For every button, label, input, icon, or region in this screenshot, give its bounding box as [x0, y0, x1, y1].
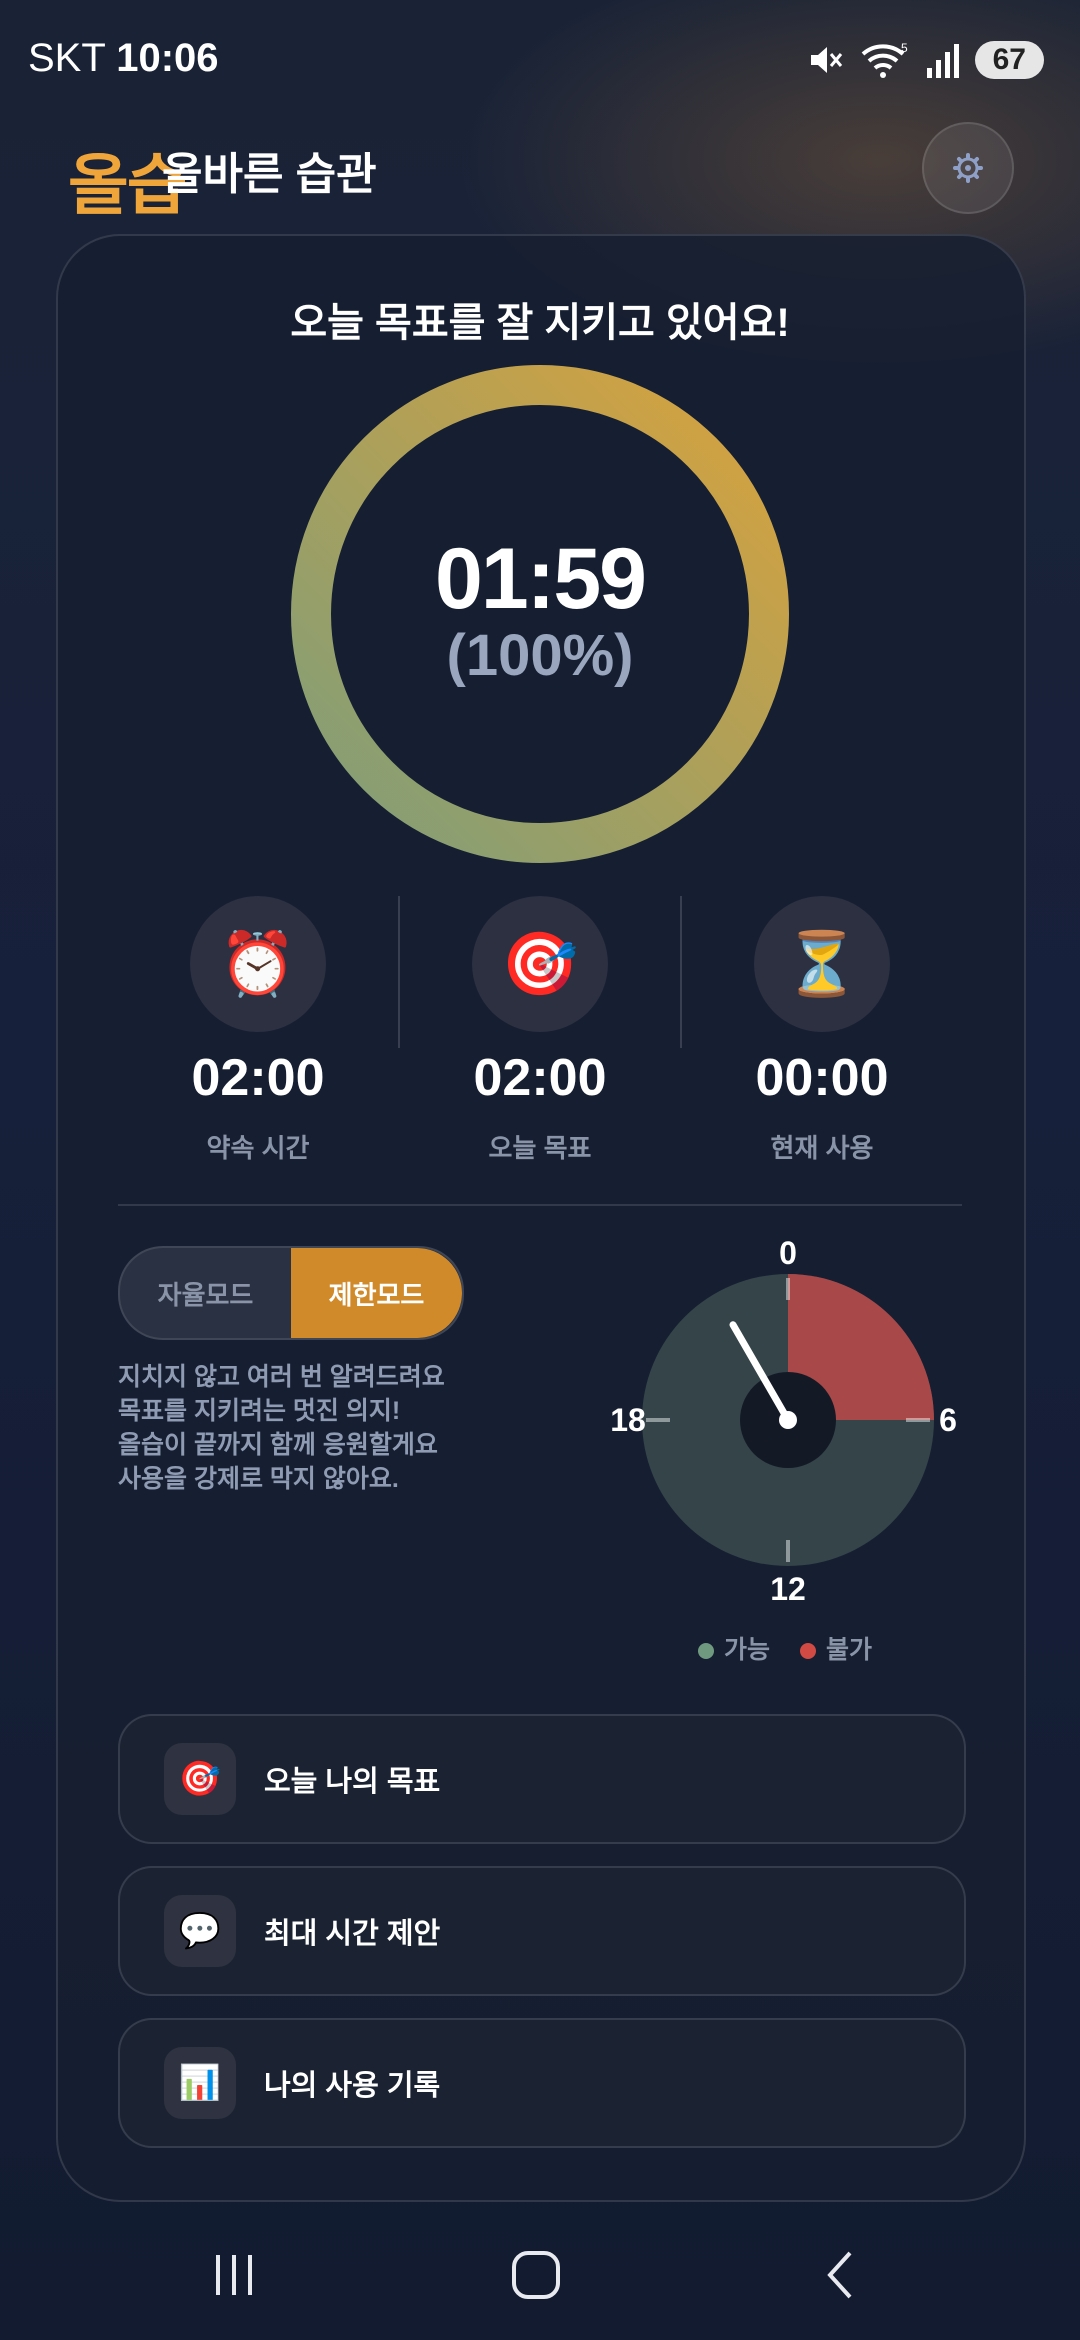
- divider: [680, 896, 682, 1048]
- clock-label-right: 6: [939, 1402, 957, 1438]
- menu-today-goal[interactable]: 🎯 오늘 나의 목표: [118, 1714, 966, 1844]
- status-bar-time: SKT 10:06: [28, 36, 219, 81]
- target-icon: 🎯: [472, 896, 608, 1032]
- section-divider: [118, 1204, 962, 1206]
- recent-apps-button[interactable]: [174, 2240, 294, 2310]
- stat-promise-time: ⏰ 02:00 약속 시간: [138, 896, 378, 1165]
- stat-label: 현재 사용: [770, 1133, 874, 1163]
- mode-description-line: 지치지 않고 여러 번 알려드려요: [118, 1363, 445, 1391]
- alarm-clock-icon: ⏰: [190, 896, 326, 1032]
- clock-legend: 가능 불가: [698, 1630, 872, 1666]
- signal-icon: [926, 44, 959, 78]
- status-icons: 5 67: [805, 36, 1044, 84]
- mode-option-autonomous[interactable]: 자율모드: [120, 1248, 291, 1338]
- mode-description-line: 올습이 끝까지 함께 응원할게요: [118, 1431, 438, 1459]
- bar-chart-icon: 📊: [164, 2047, 236, 2119]
- remaining-percent: (100%): [446, 623, 634, 688]
- clock-label-left: 18: [610, 1402, 646, 1438]
- menu-label: 최대 시간 제안: [264, 1918, 441, 1950]
- mode-description-line: 목표를 지키려는 멋진 의지!: [118, 1397, 401, 1425]
- home-button[interactable]: [476, 2240, 596, 2310]
- recent-apps-icon: [216, 2255, 252, 2295]
- stat-today-goal: 🎯 02:00 오늘 목표: [420, 896, 660, 1165]
- wifi-icon: 5: [861, 41, 908, 78]
- menu-label: 나의 사용 기록: [264, 2070, 441, 2102]
- carrier-label: SKT: [28, 36, 106, 80]
- target-icon: 🎯: [164, 1743, 236, 1815]
- stat-current-usage: ⏳ 00:00 현재 사용: [702, 896, 942, 1165]
- stat-value: 02:00: [191, 1049, 325, 1107]
- svg-text:5: 5: [901, 41, 908, 55]
- menu-label: 오늘 나의 목표: [264, 1766, 441, 1798]
- legend-item-allowed: 가능: [698, 1630, 770, 1666]
- menu-usage-history[interactable]: 📊 나의 사용 기록: [118, 2018, 966, 2148]
- stat-label: 약속 시간: [206, 1133, 310, 1163]
- mode-description: 지치지 않고 여러 번 알려드려요 목표를 지키려는 멋진 의지! 올습이 끝까…: [118, 1360, 478, 1496]
- clock-label-top: 0: [779, 1235, 797, 1271]
- gear-icon: [953, 153, 983, 183]
- clock-label-bottom: 12: [770, 1571, 806, 1604]
- status-headline: 오늘 목표를 잘 지키고 있어요!: [290, 301, 790, 345]
- divider: [398, 896, 400, 1048]
- app-title: 올바른 습관: [162, 150, 377, 199]
- schedule-clock: 0 12 18 6: [610, 1235, 957, 1604]
- hourglass-icon: ⏳: [754, 896, 890, 1032]
- settings-button[interactable]: [922, 122, 1014, 214]
- clock-time: 10:06: [116, 36, 219, 80]
- remaining-time: 01:59: [435, 531, 647, 627]
- mode-toggle[interactable]: 자율모드 제한모드: [118, 1246, 464, 1340]
- clock-pivot: [779, 1411, 797, 1429]
- menu-max-time-suggestion[interactable]: 💬 최대 시간 제안: [118, 1866, 966, 1996]
- speech-bubble-icon: 💬: [164, 1895, 236, 1967]
- mute-icon: [810, 47, 842, 73]
- back-icon: [827, 2251, 852, 2299]
- home-icon: [512, 2251, 560, 2299]
- mode-description-line: 사용을 강제로 막지 않아요.: [118, 1465, 399, 1493]
- back-button[interactable]: [780, 2240, 900, 2310]
- stat-label: 오늘 목표: [488, 1133, 592, 1163]
- battery-indicator: 67: [974, 41, 1044, 79]
- stat-value: 00:00: [755, 1049, 889, 1107]
- legend-item-blocked: 불가: [800, 1630, 872, 1666]
- stat-value: 02:00: [473, 1049, 607, 1107]
- mode-option-restricted[interactable]: 제한모드: [291, 1248, 462, 1338]
